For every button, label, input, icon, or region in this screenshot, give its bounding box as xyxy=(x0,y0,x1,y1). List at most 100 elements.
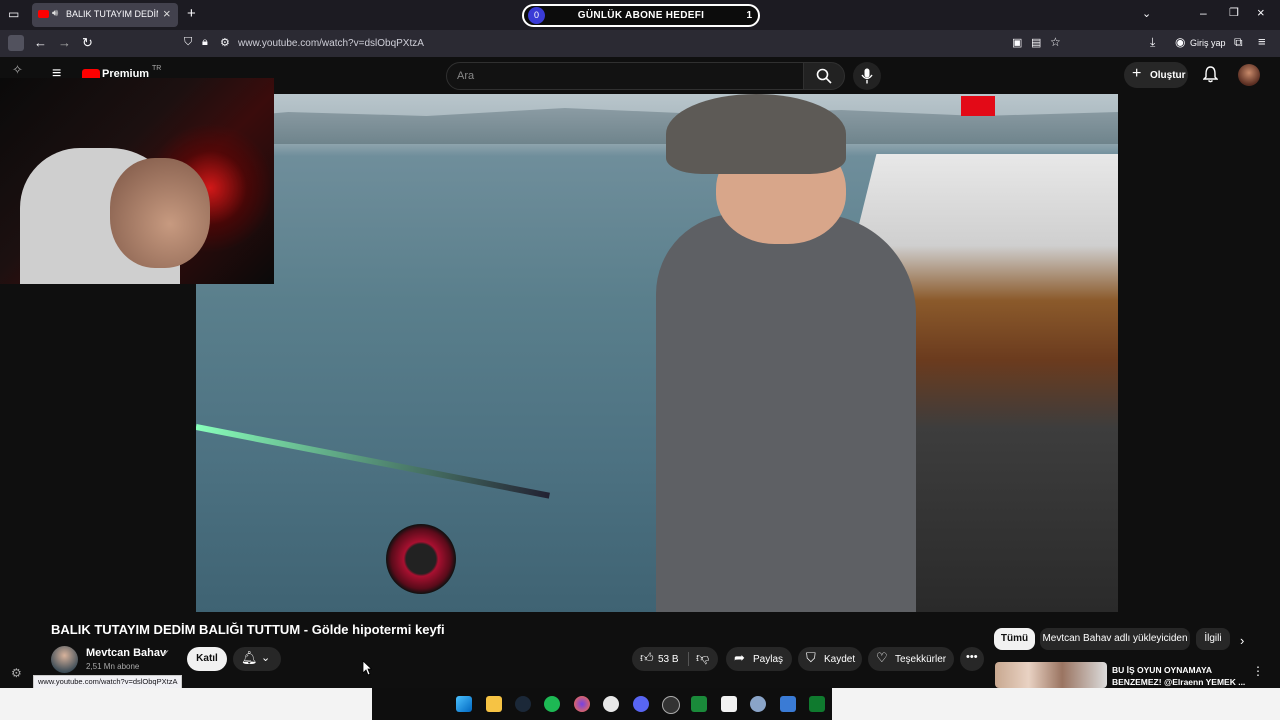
youtube-favicon-icon xyxy=(38,10,49,18)
tab-list-icon[interactable]: ▭ xyxy=(8,7,19,21)
taskbar-icon-strip xyxy=(372,688,832,720)
clock-icon[interactable] xyxy=(662,696,680,714)
dislike-icon[interactable]: 👎︎ xyxy=(696,650,709,666)
subscriber-count: 2,51 Mn abone xyxy=(86,662,140,671)
spotify-icon[interactable] xyxy=(544,696,560,712)
new-tab-button[interactable]: + xyxy=(187,5,196,22)
close-window-button[interactable]: × xyxy=(1257,5,1265,20)
browser-tab[interactable]: 🔊︎ BALIK TUTAYIM DEDİM BALI × xyxy=(32,3,178,27)
video-frame-reel xyxy=(386,524,456,594)
sidebar-toggle-icon[interactable] xyxy=(8,35,24,51)
more-dots-icon: ••• xyxy=(966,651,978,663)
goal-target-count: 1 xyxy=(746,10,752,21)
firefox-icon[interactable] xyxy=(574,696,590,712)
sparkle-icon[interactable]: ✧ xyxy=(12,62,23,78)
more-vertical-icon[interactable]: ⋮ xyxy=(1252,664,1264,678)
chevron-right-icon[interactable]: › xyxy=(1240,633,1244,648)
url-bar[interactable]: www.youtube.com/watch?v=dslObqPXtzA xyxy=(238,38,424,49)
chip-related[interactable]: İlgili xyxy=(1196,628,1230,650)
save-button[interactable]: ⛉ Kaydet xyxy=(798,647,862,671)
plus-icon: + xyxy=(1132,65,1142,82)
windows-icon[interactable] xyxy=(456,696,472,712)
extensions-icon[interactable]: ⧉ xyxy=(1234,35,1243,50)
like-dislike-group: 👍︎ 53 B 👎︎ xyxy=(632,647,718,671)
save-label: Kaydet xyxy=(824,654,856,665)
bell-icon: 🔔︎ xyxy=(241,650,258,665)
downloads-icon[interactable]: ⤓ xyxy=(1150,35,1155,50)
permissions-icon[interactable]: ⚙ xyxy=(220,36,230,49)
goal-current-count: 0 xyxy=(528,7,545,24)
recommended-video-thumbnail[interactable] xyxy=(995,662,1107,688)
bookmark-star-icon[interactable]: ☆ xyxy=(1050,35,1061,49)
video-player[interactable] xyxy=(196,94,1118,612)
create-button[interactable]: + Oluştur xyxy=(1124,62,1188,88)
app-green-icon[interactable] xyxy=(691,696,707,712)
like-count[interactable]: 53 B xyxy=(658,654,679,665)
streamer-webcam xyxy=(0,78,274,284)
files-icon[interactable] xyxy=(486,696,502,712)
tab-title: BALIK TUTAYIM DEDİM BALI xyxy=(66,9,158,19)
webcam-head xyxy=(110,158,210,268)
region-label: TR xyxy=(152,65,162,72)
video-frame-rod xyxy=(196,424,550,499)
chevron-down-icon[interactable]: ⌄ xyxy=(1142,7,1151,20)
reader-view-icon[interactable]: ▤ xyxy=(1031,36,1041,49)
account-icon[interactable]: ◉ xyxy=(1175,35,1185,49)
close-tab-icon[interactable]: × xyxy=(163,6,171,21)
minimize-button[interactable]: – xyxy=(1200,6,1207,20)
subscriber-goal-widget: GÜNLÜK ABONE HEDEFI 0 1 xyxy=(522,4,760,27)
video-frame-person xyxy=(656,214,916,612)
more-actions-button[interactable]: ••• xyxy=(960,647,984,671)
share-button[interactable]: ➦ Paylaş xyxy=(726,647,792,671)
chevron-down-icon: ⌄ xyxy=(261,652,271,664)
channel-avatar[interactable] xyxy=(51,646,78,673)
discord-icon[interactable] xyxy=(633,696,649,712)
mouse-cursor-icon xyxy=(362,660,372,676)
thanks-button[interactable]: ♡ Teşekkürler xyxy=(868,647,954,671)
menu-icon[interactable]: ≡ xyxy=(1258,34,1266,49)
verified-check-icon: ✔ xyxy=(162,648,170,658)
join-button[interactable]: Katıl xyxy=(187,647,227,671)
microphone-icon xyxy=(861,68,873,84)
capcut-icon[interactable] xyxy=(721,696,737,712)
thanks-label: Teşekkürler xyxy=(895,654,947,665)
forward-arrow-icon[interactable]: → xyxy=(58,35,71,50)
chip-all[interactable]: Tümü xyxy=(994,628,1035,650)
settings-icon[interactable] xyxy=(750,696,766,712)
obs-icon[interactable] xyxy=(603,696,619,712)
reload-icon[interactable]: ↻ xyxy=(82,35,93,51)
goal-label: GÜNLÜK ABONE HEDEFI xyxy=(577,10,705,21)
profile-avatar[interactable] xyxy=(1238,64,1260,86)
create-label: Oluştur xyxy=(1150,70,1186,81)
search-icon xyxy=(816,68,832,84)
back-arrow-icon[interactable]: ← xyxy=(34,35,47,50)
tracking-shield-icon[interactable]: ⛉ xyxy=(184,36,192,49)
search-button[interactable] xyxy=(803,62,845,90)
chip-from-uploader[interactable]: Mevtcan Bahav adlı yükleyiciden xyxy=(1040,628,1190,650)
bookmark-icon: ⛉ xyxy=(806,650,816,665)
subscription-bell-button[interactable]: 🔔︎ ⌄ xyxy=(233,647,281,671)
search-input[interactable]: Ara xyxy=(446,62,804,90)
steam-icon[interactable] xyxy=(515,696,531,712)
restore-button[interactable]: ❐ xyxy=(1229,6,1239,19)
login-button[interactable]: Giriş yap xyxy=(1190,38,1226,48)
video-frame-flag xyxy=(961,96,995,116)
divider xyxy=(688,652,689,666)
voice-search-button[interactable] xyxy=(853,62,881,90)
recommended-video-title[interactable]: BU İŞ OYUN OYNAMAYA BENZEMEZ! @Elraenn Y… xyxy=(1112,664,1248,688)
speaker-icon[interactable]: 🔊︎ xyxy=(52,8,58,19)
gear-icon[interactable]: ⚙ xyxy=(11,666,22,680)
browser-nav-bar: ← → ↻ ⛉ 🔒︎ ⚙ www.youtube.com/watch?v=dsl… xyxy=(0,30,1280,57)
app-blue-icon[interactable] xyxy=(780,696,796,712)
lock-icon[interactable]: 🔒︎ xyxy=(202,36,208,49)
browser-tab-bar: ▭ 🔊︎ BALIK TUTAYIM DEDİM BALI × + GÜNLÜK… xyxy=(0,0,1280,30)
app-green2-icon[interactable] xyxy=(809,696,825,712)
notifications-bell-icon[interactable] xyxy=(1203,66,1218,83)
heart-dollar-icon: ♡ xyxy=(876,650,888,665)
channel-name[interactable]: Mevtcan Bahav xyxy=(86,647,166,659)
share-icon: ➦ xyxy=(734,650,745,665)
search-placeholder: Ara xyxy=(457,70,475,82)
share-label: Paylaş xyxy=(753,654,784,665)
like-icon[interactable]: 👍︎ xyxy=(640,650,654,666)
picture-in-picture-icon[interactable]: ▣ xyxy=(1012,36,1022,49)
